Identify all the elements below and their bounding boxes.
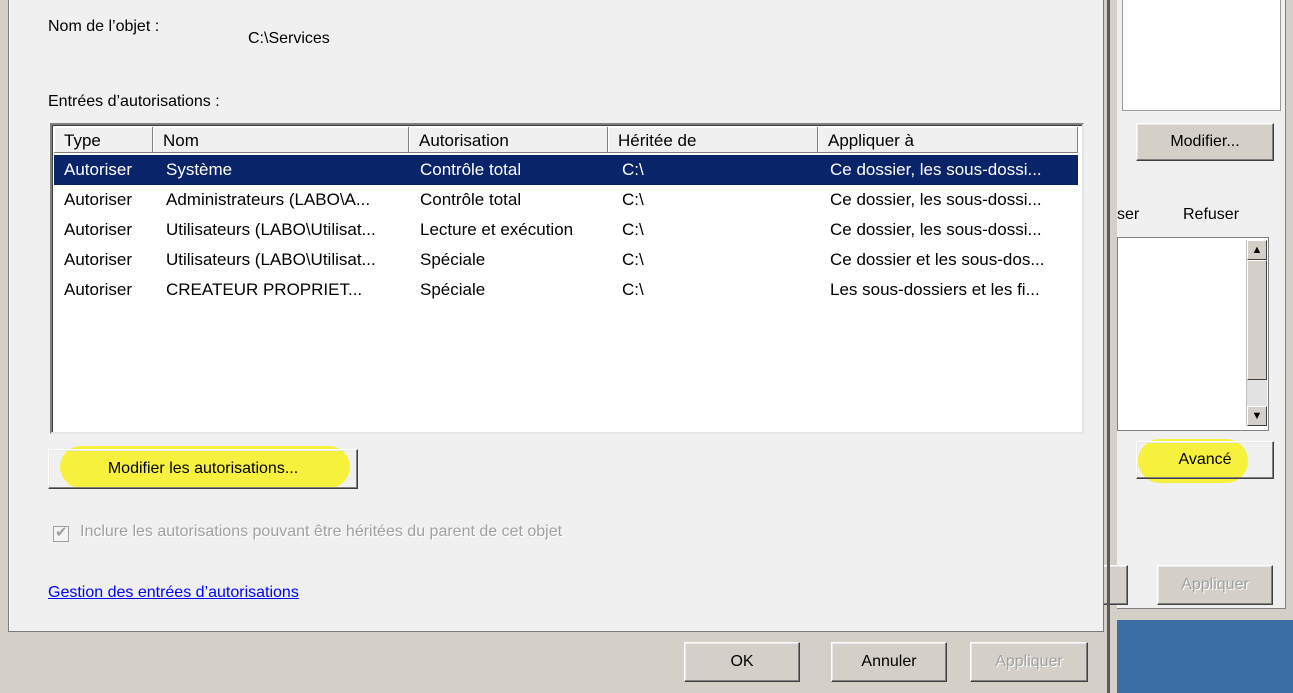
column-header-name[interactable]: Nom <box>153 127 409 153</box>
row-type: Autoriser <box>64 220 133 239</box>
row-permission: Contrôle total <box>420 190 522 209</box>
row-applies-to: Ce dossier, les sous-dossi... <box>830 220 1042 239</box>
include-inheritable-label: Inclure les autorisations pouvant être h… <box>80 523 563 540</box>
checkmark-icon: ✔ <box>55 524 68 541</box>
row-name: CREATEUR PROPRIET... <box>166 280 363 299</box>
apply-button: Appliquer <box>970 642 1088 682</box>
row-inherited-from: C:\ <box>622 190 644 209</box>
scroll-down-arrow-icon[interactable]: ▼ <box>1247 406 1267 426</box>
table-row[interactable]: Autoriser Administrateurs (LABO\A... Con… <box>54 185 1078 215</box>
window-edge <box>1107 0 1110 693</box>
vertical-scrollbar[interactable]: ▲ ▼ <box>1246 240 1267 426</box>
cancel-button[interactable]: Annuler <box>831 642 947 682</box>
column-header-permission[interactable]: Autorisation <box>409 127 608 153</box>
row-type: Autoriser <box>64 280 133 299</box>
row-permission: Spéciale <box>420 280 486 299</box>
background-apply-button: Appliquer <box>1157 565 1273 605</box>
list-header: Type Nom Autorisation Héritée de Appliqu… <box>54 127 1078 155</box>
object-name-label: Nom de l’objet : <box>48 18 160 35</box>
ok-button[interactable]: OK <box>684 642 800 682</box>
table-row[interactable]: Autoriser Utilisateurs (LABO\Utilisat...… <box>54 215 1078 245</box>
modify-permissions-button[interactable]: Modifier les autorisations... <box>48 449 358 489</box>
row-name: Administrateurs (LABO\A... <box>166 190 371 209</box>
row-type: Autoriser <box>64 250 133 269</box>
desktop-background <box>1117 620 1293 693</box>
table-row[interactable]: Autoriser Système Contrôle total C:\ Ce … <box>54 155 1078 185</box>
modify-button[interactable]: Modifier... <box>1136 123 1274 161</box>
table-row[interactable]: Autoriser CREATEUR PROPRIET... Spéciale … <box>54 275 1078 305</box>
row-name: Système <box>166 160 233 179</box>
row-applies-to: Ce dossier, les sous-dossi... <box>830 160 1042 179</box>
row-name: Utilisateurs (LABO\Utilisat... <box>166 220 376 239</box>
row-applies-to: Ce dossier et les sous-dos... <box>830 250 1045 269</box>
row-inherited-from: C:\ <box>622 220 644 239</box>
row-applies-to: Les sous-dossiers et les fi... <box>830 280 1040 299</box>
row-name: Utilisateurs (LABO\Utilisat... <box>166 250 376 269</box>
row-type: Autoriser <box>64 190 133 209</box>
row-permission: Spéciale <box>420 250 486 269</box>
column-header-inherited-from[interactable]: Héritée de <box>608 127 818 153</box>
row-inherited-from: C:\ <box>622 250 644 269</box>
column-header-applies-to[interactable]: Appliquer à <box>818 127 1078 153</box>
table-row[interactable]: Autoriser Utilisateurs (LABO\Utilisat...… <box>54 245 1078 275</box>
row-permission: Contrôle total <box>420 160 522 179</box>
row-inherited-from: C:\ <box>622 160 644 179</box>
allow-column-header: ser <box>1117 206 1140 223</box>
object-name-value: C:\Services <box>248 30 330 47</box>
row-applies-to: Ce dossier, les sous-dossi... <box>830 190 1042 209</box>
row-type: Autoriser <box>64 160 133 179</box>
deny-column-header: Refuser <box>1183 206 1240 223</box>
row-permission: Lecture et exécution <box>420 220 574 239</box>
column-header-type[interactable]: Type <box>54 127 153 153</box>
scroll-thumb[interactable] <box>1247 260 1267 380</box>
manage-permission-entries-link[interactable]: Gestion des entrées d’autorisations <box>48 584 299 602</box>
permission-entries-label: Entrées d’autorisations : <box>48 93 220 110</box>
scroll-up-arrow-icon[interactable]: ▲ <box>1247 240 1267 260</box>
background-group-list[interactable] <box>1122 0 1281 111</box>
advanced-button[interactable]: Avancé <box>1136 441 1274 479</box>
row-inherited-from: C:\ <box>622 280 644 299</box>
permission-entries-list[interactable]: Type Nom Autorisation Héritée de Appliqu… <box>50 123 1084 434</box>
include-inheritable-checkbox: ✔ <box>53 524 69 542</box>
background-cancel-button-partial[interactable] <box>1100 565 1128 605</box>
